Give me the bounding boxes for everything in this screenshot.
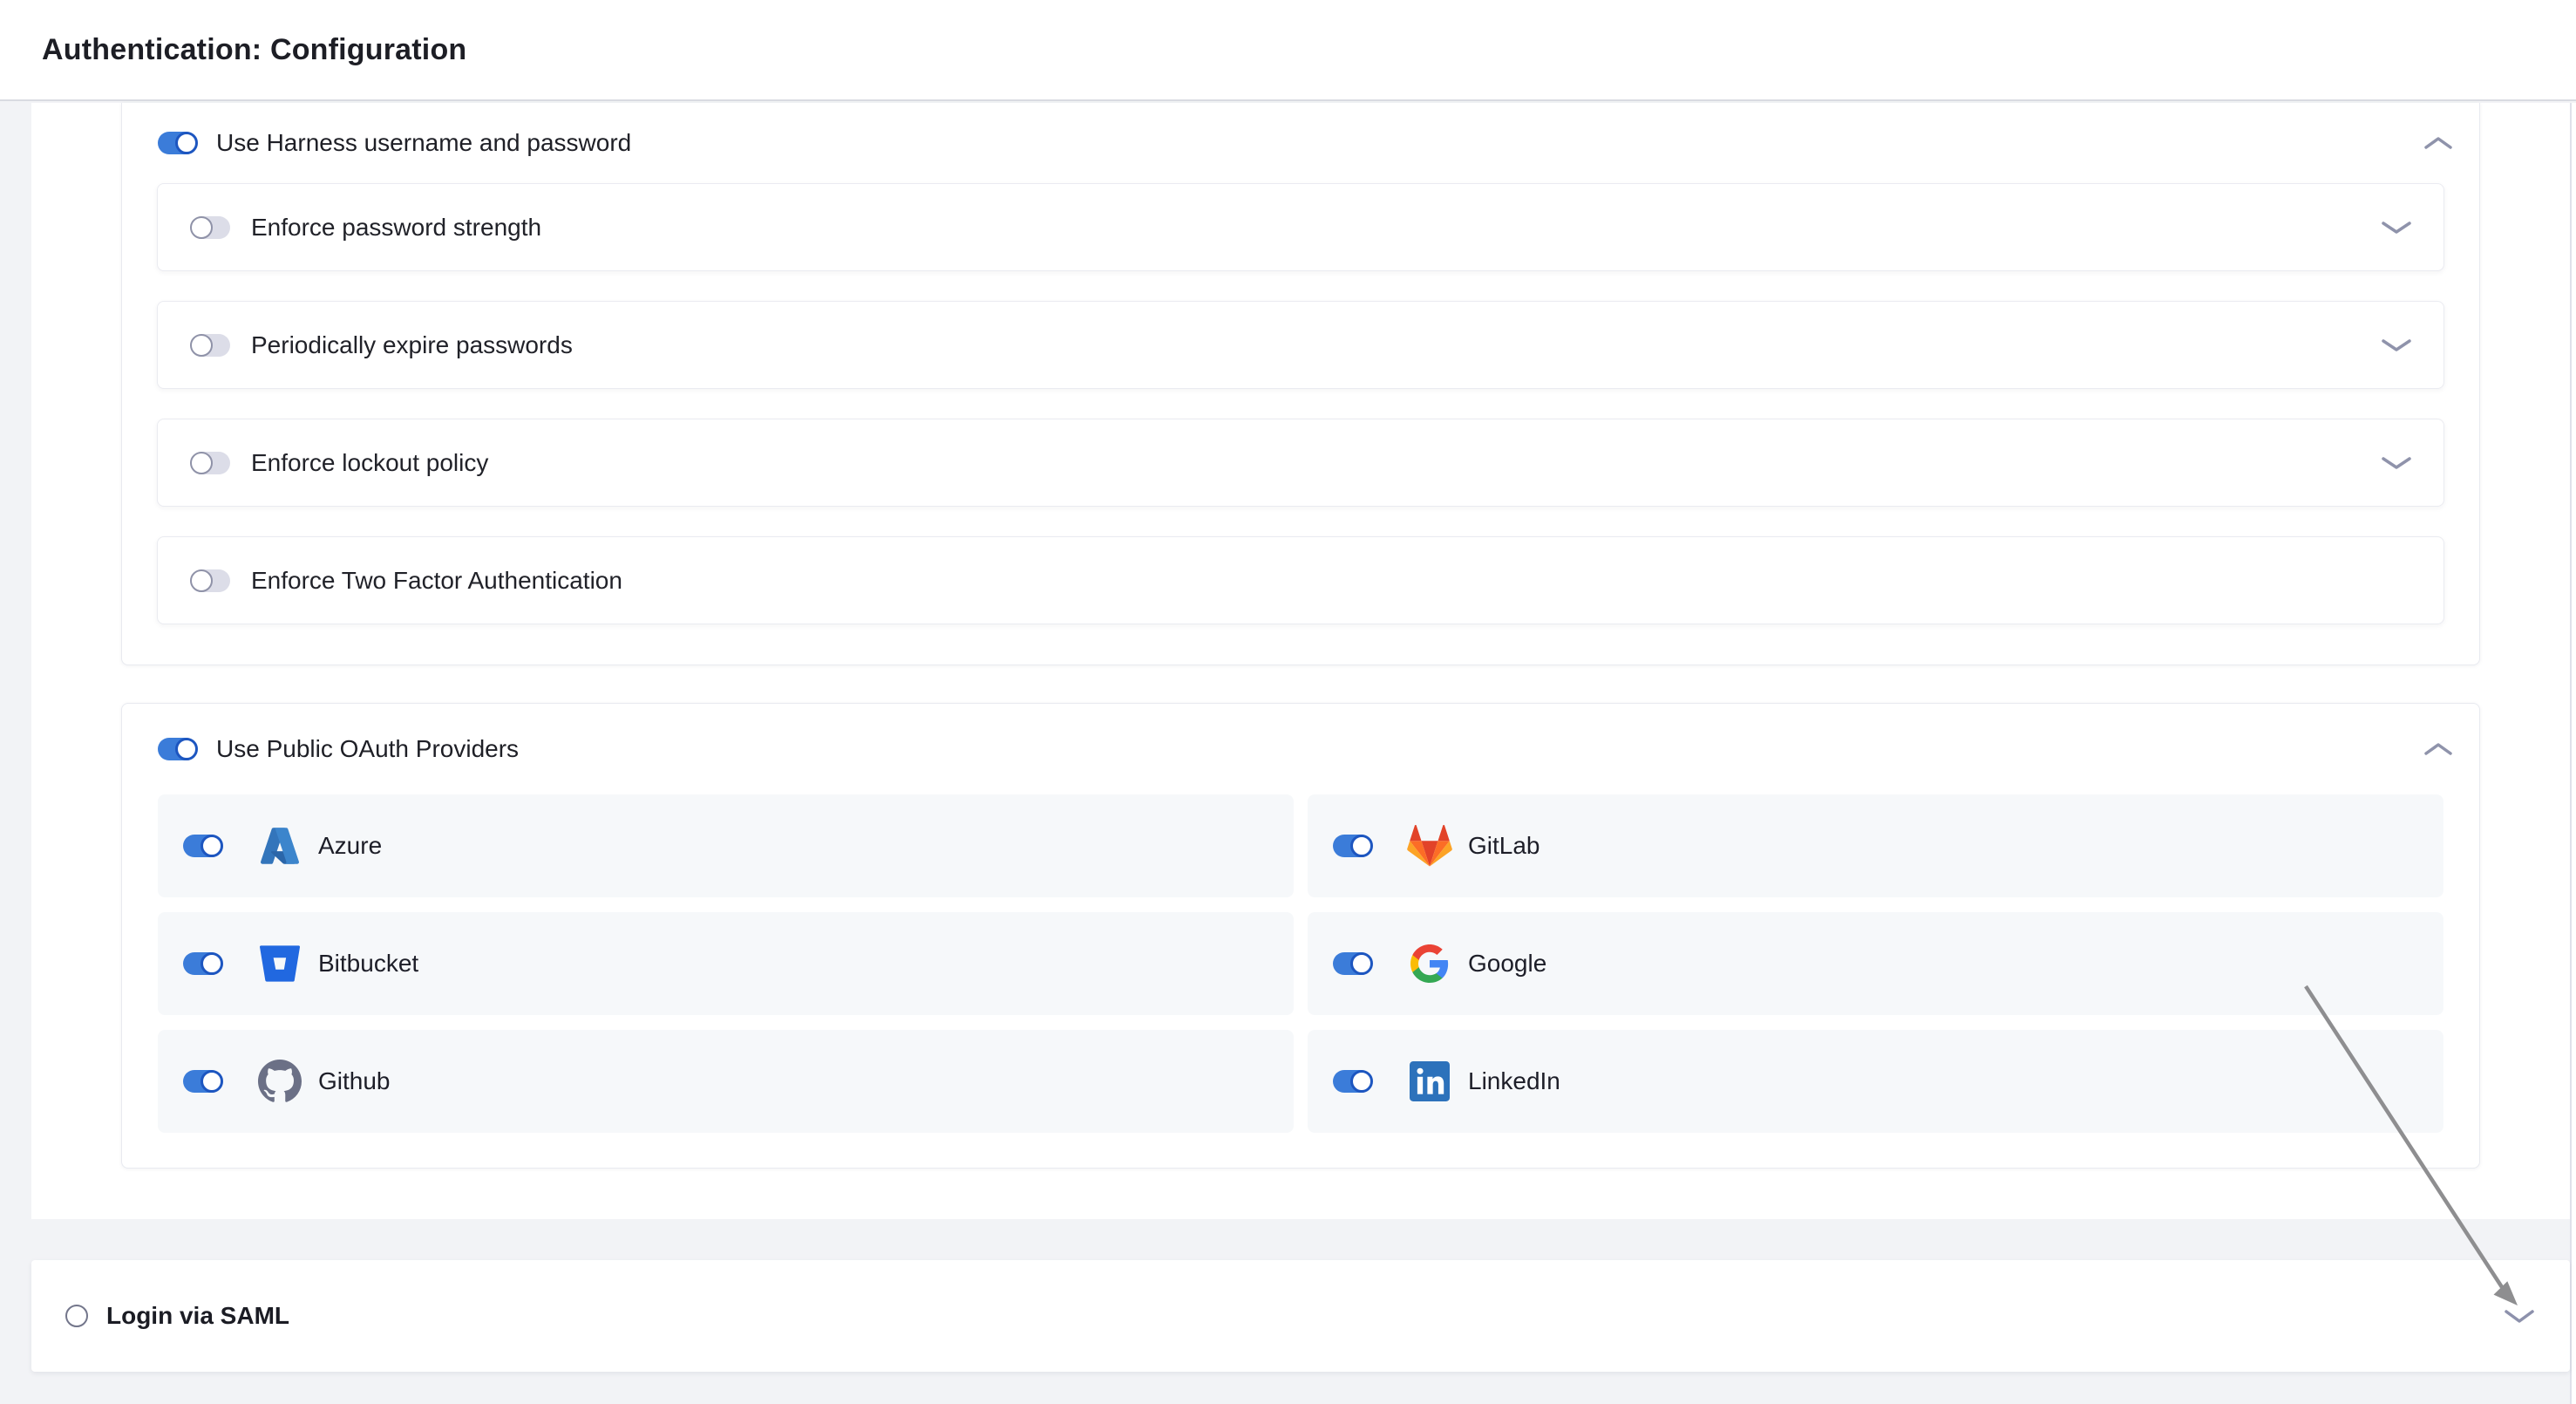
scrollbar[interactable] bbox=[2570, 103, 2572, 1404]
provider-tile-bitbucket: Bitbucket bbox=[158, 912, 1294, 1015]
toggle-knob bbox=[201, 835, 223, 857]
row-label: Periodically expire passwords bbox=[251, 331, 573, 359]
toggle-knob bbox=[190, 334, 213, 357]
expire-passwords-toggle[interactable] bbox=[191, 334, 230, 357]
chevron-down-icon bbox=[2381, 337, 2412, 354]
chevron-down-icon bbox=[2381, 454, 2412, 472]
chevron-down-icon bbox=[2504, 1306, 2535, 1326]
azure-toggle[interactable] bbox=[183, 835, 222, 857]
toggle-knob bbox=[175, 738, 198, 760]
chevron-down-icon bbox=[2381, 219, 2412, 236]
row-two-factor-auth: Enforce Two Factor Authentication bbox=[157, 536, 2444, 624]
row-label: Enforce lockout policy bbox=[251, 449, 488, 477]
harness-login-section: Use Harness username and password Enforc… bbox=[121, 103, 2480, 665]
content-area: Use Harness username and password Enforc… bbox=[0, 103, 2576, 1404]
provider-name: Github bbox=[318, 1067, 391, 1095]
toggle-knob bbox=[1350, 952, 1373, 975]
row-label: Enforce Two Factor Authentication bbox=[251, 567, 622, 595]
oauth-section-header: Use Public OAuth Providers bbox=[122, 704, 2479, 794]
linkedin-toggle[interactable] bbox=[1333, 1070, 1372, 1093]
harness-collapse-button[interactable] bbox=[2423, 134, 2453, 152]
saml-radio[interactable] bbox=[65, 1305, 88, 1327]
gitlab-icon bbox=[1407, 823, 1452, 869]
saml-section-title: Login via SAML bbox=[106, 1302, 289, 1330]
harness-section-title: Use Harness username and password bbox=[216, 129, 631, 157]
linkedin-icon bbox=[1407, 1059, 1452, 1104]
chevron-up-icon bbox=[2423, 740, 2453, 758]
github-toggle[interactable] bbox=[183, 1070, 222, 1093]
chevron-up-icon bbox=[2423, 134, 2453, 152]
gitlab-toggle[interactable] bbox=[1333, 835, 1372, 857]
page-title: Authentication: Configuration bbox=[42, 33, 466, 67]
toggle-knob bbox=[190, 569, 213, 592]
provider-tile-azure: Azure bbox=[158, 794, 1294, 897]
provider-name: GitLab bbox=[1468, 832, 1540, 860]
saml-section: Login via SAML bbox=[31, 1260, 2570, 1372]
provider-tile-gitlab: GitLab bbox=[1308, 794, 2443, 897]
two-factor-toggle[interactable] bbox=[191, 569, 230, 592]
google-toggle[interactable] bbox=[1333, 952, 1372, 975]
password-strength-toggle[interactable] bbox=[191, 216, 230, 239]
toggle-knob bbox=[201, 952, 223, 975]
provider-name: LinkedIn bbox=[1468, 1067, 1560, 1095]
provider-tile-linkedin: LinkedIn bbox=[1308, 1030, 2443, 1133]
row-lockout-policy: Enforce lockout policy bbox=[157, 419, 2444, 507]
toggle-knob bbox=[190, 452, 213, 474]
expire-passwords-expand-button[interactable] bbox=[2381, 337, 2412, 354]
google-icon bbox=[1407, 941, 1452, 986]
saml-expand-button[interactable] bbox=[2504, 1306, 2535, 1326]
row-expire-passwords: Periodically expire passwords bbox=[157, 301, 2444, 389]
toggle-knob bbox=[1350, 1070, 1373, 1093]
provider-name: Google bbox=[1468, 950, 1546, 978]
provider-tile-github: Github bbox=[158, 1030, 1294, 1133]
password-strength-expand-button[interactable] bbox=[2381, 219, 2412, 236]
toggle-knob bbox=[175, 132, 198, 154]
toggle-knob bbox=[201, 1070, 223, 1093]
auth-settings-panel: Use Harness username and password Enforc… bbox=[31, 103, 2570, 1219]
page-header: Authentication: Configuration bbox=[0, 0, 2576, 101]
provider-name: Bitbucket bbox=[318, 950, 418, 978]
lockout-policy-expand-button[interactable] bbox=[2381, 454, 2412, 472]
harness-login-toggle[interactable] bbox=[158, 132, 197, 154]
harness-section-header: Use Harness username and password bbox=[122, 103, 2479, 183]
provider-name: Azure bbox=[318, 832, 382, 860]
oauth-provider-grid: Azure G bbox=[122, 794, 2479, 1133]
bitbucket-toggle[interactable] bbox=[183, 952, 222, 975]
oauth-toggle[interactable] bbox=[158, 738, 197, 760]
toggle-knob bbox=[190, 216, 213, 239]
password-policy-list: Enforce password strength Periodically e… bbox=[122, 183, 2479, 624]
azure-icon bbox=[257, 823, 302, 869]
toggle-knob bbox=[1350, 835, 1373, 857]
oauth-section: Use Public OAuth Providers Azure bbox=[121, 703, 2480, 1169]
row-label: Enforce password strength bbox=[251, 214, 541, 242]
row-enforce-password-strength: Enforce password strength bbox=[157, 183, 2444, 271]
provider-tile-google: Google bbox=[1308, 912, 2443, 1015]
lockout-policy-toggle[interactable] bbox=[191, 452, 230, 474]
oauth-collapse-button[interactable] bbox=[2423, 740, 2453, 758]
oauth-section-title: Use Public OAuth Providers bbox=[216, 735, 519, 763]
github-icon bbox=[257, 1059, 302, 1104]
bitbucket-icon bbox=[257, 941, 302, 986]
